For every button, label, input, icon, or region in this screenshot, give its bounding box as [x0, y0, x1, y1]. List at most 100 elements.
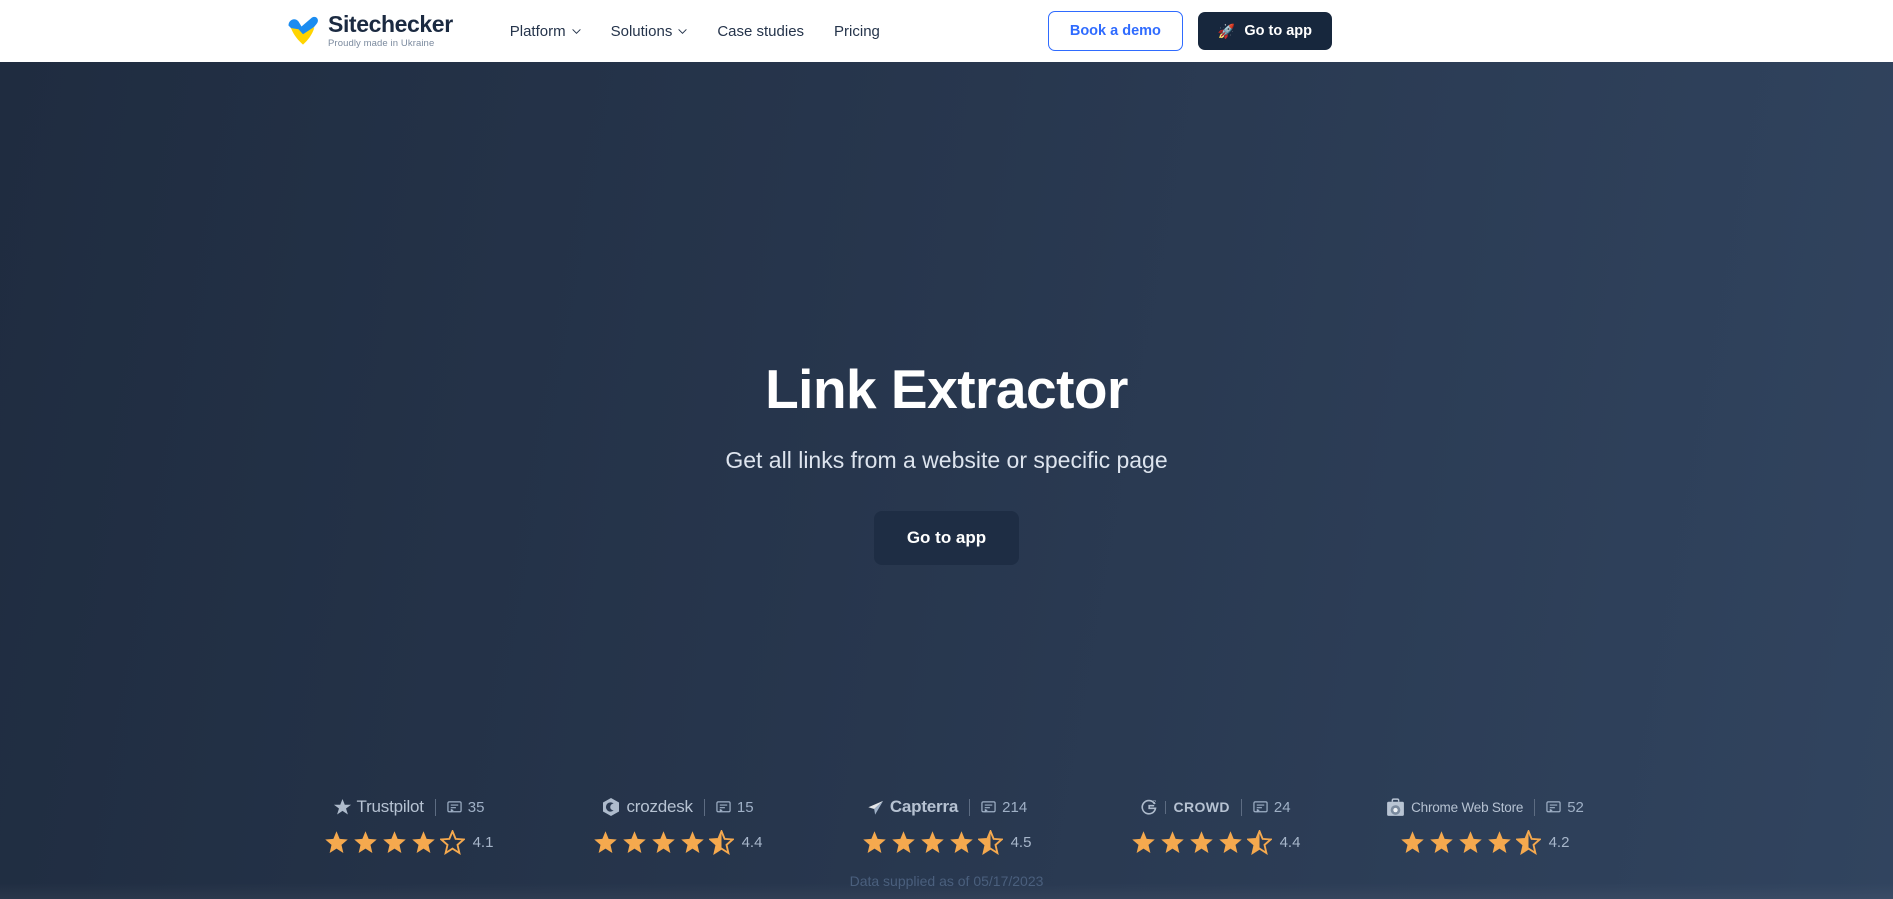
star-half-icon	[708, 830, 734, 855]
star-full-icon	[651, 831, 675, 853]
review-count-group: 52	[1546, 799, 1584, 816]
rating-header: Chrome Web Store 52	[1385, 796, 1584, 818]
star-full-icon	[1429, 831, 1453, 853]
brand-chrome-web-store: Chrome Web Store	[1385, 797, 1523, 818]
star-full-icon	[1131, 831, 1155, 853]
star-full-icon	[1160, 831, 1184, 853]
rating-score: 4.2	[1548, 834, 1570, 851]
brand-g2-crowd: 2 CROWD	[1140, 798, 1229, 816]
nav-label: Platform	[509, 22, 566, 40]
nav-item-platform[interactable]: Platform	[510, 23, 581, 40]
book-demo-button[interactable]: Book a demo	[1047, 11, 1183, 51]
star-full-icon	[862, 831, 886, 853]
logo-name: Sitechecker	[328, 11, 453, 38]
star-half-icon	[1515, 830, 1541, 855]
review-count: 15	[736, 798, 754, 816]
logo[interactable]: Sitechecker Proudly made in Ukraine	[287, 13, 453, 49]
rating-score: 4.4	[1279, 834, 1301, 851]
star-full-icon	[593, 831, 617, 853]
svg-text:2: 2	[1153, 800, 1156, 806]
rocket-icon: 🚀	[1217, 23, 1236, 39]
site-header: Sitechecker Proudly made in Ukraine Plat…	[0, 0, 1893, 62]
go-to-app-button-hero[interactable]: Go to app	[873, 510, 1020, 565]
brand-name: Capterra	[889, 797, 959, 816]
star-full-icon	[382, 831, 406, 853]
star-rating: 4.5	[862, 830, 1032, 855]
star-rating: 4.4	[593, 830, 763, 855]
nav-label: Pricing	[834, 22, 880, 40]
chrome-web-store-icon	[1387, 797, 1404, 816]
divider	[1534, 798, 1536, 816]
review-count: 214	[1002, 798, 1028, 816]
brand-capterra: Capterra	[866, 797, 958, 817]
hero-subtitle: Get all links from a website or specific…	[725, 446, 1168, 473]
comment-icon	[1546, 800, 1561, 813]
brand-name: Chrome Web Store	[1411, 799, 1524, 815]
nav-label: Solutions	[610, 22, 673, 40]
nav-item-solutions[interactable]: Solutions	[611, 23, 688, 40]
rating-score: 4.5	[1010, 834, 1032, 851]
divider	[434, 798, 436, 816]
capterra-arrow-icon	[868, 800, 883, 815]
star-full-icon	[891, 831, 915, 853]
page-title: Link Extractor	[765, 358, 1128, 420]
rating-card-trustpilot: Trustpilot 35 4.1	[301, 796, 516, 855]
star-full-icon	[1458, 831, 1482, 853]
chevron-down-icon	[678, 28, 687, 34]
star-half-icon	[977, 830, 1003, 855]
star-full-icon	[1218, 831, 1242, 853]
review-count-group: 24	[1253, 799, 1291, 816]
comment-icon	[447, 800, 462, 813]
ratings-bar: Trustpilot 35 4.1 crozdesk 15 4.4 Capter…	[0, 796, 1893, 855]
nav-item-case-studies[interactable]: Case studies	[717, 23, 804, 40]
divider	[1240, 798, 1242, 816]
g2-crowd-icon: 2	[1141, 799, 1157, 815]
nav-item-pricing[interactable]: Pricing	[834, 23, 880, 40]
trustpilot-star-icon	[333, 798, 351, 815]
rating-header: 2 CROWD 24	[1140, 796, 1291, 818]
comment-icon	[1253, 800, 1268, 813]
star-full-icon	[1189, 831, 1213, 853]
star-full-icon	[411, 831, 435, 853]
header-actions: Book a demo 🚀 Go to app	[1047, 11, 1332, 51]
rating-card-g2-crowd: 2 CROWD 24 4.4	[1108, 796, 1323, 855]
data-supplied-note: Data supplied as of 05/17/2023	[849, 873, 1044, 889]
star-full-icon	[324, 831, 348, 853]
star-empty-icon	[439, 830, 465, 855]
nav-label: Case studies	[717, 22, 805, 40]
star-full-icon	[622, 831, 646, 853]
go-to-app-button-header[interactable]: 🚀 Go to app	[1197, 12, 1332, 50]
rating-header: Trustpilot 35	[333, 796, 485, 818]
go-to-app-label: Go to app	[1244, 23, 1312, 39]
hero-section: Link Extractor Get all links from a webs…	[0, 62, 1893, 899]
rating-score: 4.1	[472, 834, 494, 851]
review-count-group: 214	[981, 799, 1027, 816]
star-rating: 4.1	[324, 830, 494, 855]
brand-name: CROWD	[1173, 799, 1230, 815]
divider	[969, 798, 971, 816]
review-count: 24	[1273, 798, 1291, 816]
review-count-group: 15	[716, 799, 754, 816]
star-rating: 4.2	[1400, 830, 1570, 855]
comment-icon	[981, 800, 996, 813]
rating-score: 4.4	[741, 834, 763, 851]
divider	[703, 798, 705, 816]
brand-name: crozdesk	[626, 797, 693, 816]
brand-crozdesk: crozdesk	[601, 797, 693, 817]
rating-card-capterra: Capterra 214 4.5	[839, 796, 1054, 855]
chevron-down-icon	[572, 28, 581, 34]
star-full-icon	[920, 831, 944, 853]
review-count: 35	[467, 798, 485, 816]
review-count-group: 35	[447, 798, 485, 816]
rating-header: crozdesk 15	[601, 796, 754, 818]
star-full-icon	[353, 831, 377, 853]
star-full-icon	[1400, 831, 1424, 853]
rating-header: Capterra 214	[866, 796, 1027, 818]
rating-card-crozdesk: crozdesk 15 4.4	[570, 796, 785, 855]
star-half-icon	[1246, 830, 1272, 855]
main-navigation: Platform Solutions Case studies Pricing	[510, 23, 880, 40]
star-rating: 4.4	[1131, 830, 1301, 855]
crozdesk-hexagon-icon	[603, 798, 620, 816]
comment-icon	[716, 800, 731, 813]
star-full-icon	[949, 831, 973, 853]
